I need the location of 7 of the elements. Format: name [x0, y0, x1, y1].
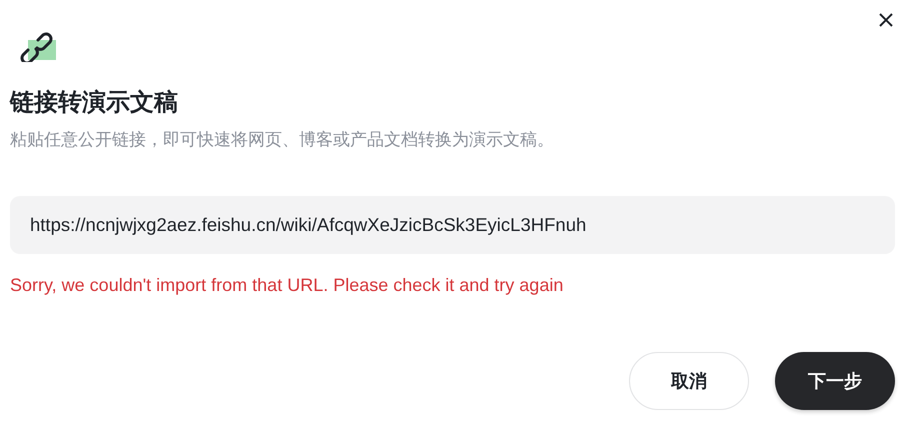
error-message: Sorry, we couldn't import from that URL. Please check it and try again	[10, 274, 564, 297]
cancel-button[interactable]: 取消	[629, 352, 749, 410]
close-icon	[879, 13, 893, 27]
dialog-description: 粘贴任意公开链接，即可快速将网页、博客或产品文档转换为演示文稿。	[10, 129, 555, 152]
dialog-title: 链接转演示文稿	[10, 87, 179, 118]
next-button[interactable]: 下一步	[775, 352, 895, 410]
url-field[interactable]: https://ncnjwjxg2aez.feishu.cn/wiki/AfcqwXeJzicBcSk3EyicL3HFnuh	[10, 196, 895, 254]
